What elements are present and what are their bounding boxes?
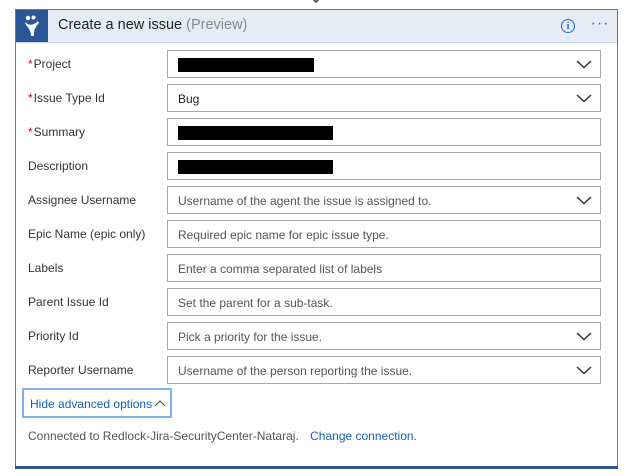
field-label: Priority Id [28, 329, 79, 343]
field-placeholder: Set the parent for a sub-task. [178, 296, 333, 310]
card-header[interactable]: Create a new issue (Preview) i ··· [16, 10, 617, 43]
field-label: *Summary [28, 125, 85, 139]
card-title-text: Create a new issue [58, 17, 183, 33]
field-label-text: Epic Name (epic only) [28, 227, 146, 241]
field-row-labels: Labels Enter a comma separated list of la… [16, 254, 617, 282]
flow-connector-arrow-icon [312, 0, 320, 4]
chevron-down-icon[interactable] [576, 195, 592, 205]
field-label: Epic Name (epic only) [28, 227, 145, 241]
field-label-text: Summary [33, 125, 86, 139]
redacted-value [178, 160, 333, 174]
priority-id-dropdown[interactable]: Pick a priority for the issue. [167, 322, 601, 350]
field-label-text: Priority Id [28, 329, 79, 343]
card-title-preview: (Preview) [186, 17, 248, 33]
card-title: Create a new issue (Preview) [58, 17, 247, 33]
field-label: *Project [28, 57, 71, 71]
chevron-down-icon[interactable] [576, 331, 592, 341]
chevron-down-icon[interactable] [576, 93, 592, 103]
field-placeholder: Required epic name for epic issue type. [178, 228, 389, 242]
parent-issue-id-input[interactable]: Set the parent for a sub-task. [167, 288, 601, 316]
chevron-down-icon[interactable] [576, 365, 592, 375]
hide-advanced-options-label: Hide advanced options [30, 397, 153, 411]
field-placeholder: Username of the agent the issue is assig… [178, 194, 432, 208]
field-label-text: Parent Issue Id [28, 295, 109, 309]
required-marker: * [28, 57, 33, 71]
field-row-summary: *Summary [16, 118, 617, 146]
field-placeholder: Username of the person reporting the iss… [178, 364, 413, 378]
required-marker: * [28, 125, 33, 139]
chevron-up-icon [154, 400, 166, 407]
connection-info: Connected to Redlock-Jira-SecurityCenter… [28, 429, 417, 443]
labels-input[interactable]: Enter a comma separated list of labels [167, 254, 601, 282]
summary-input[interactable] [167, 118, 601, 146]
connection-text: Connected to Redlock-Jira-SecurityCenter… [28, 429, 299, 443]
required-marker: * [28, 91, 33, 105]
redacted-value [178, 126, 333, 140]
assignee-username-dropdown[interactable]: Username of the agent the issue is assig… [167, 186, 601, 214]
field-label-text: Project [33, 57, 72, 71]
change-connection-link[interactable]: Change connection. [310, 429, 417, 443]
field-label: Reporter Username [28, 363, 133, 377]
field-label: Assignee Username [28, 193, 136, 207]
epic-name-epic-only-input[interactable]: Required epic name for epic issue type. [167, 220, 601, 248]
action-card: Create a new issue (Preview) i ··· *Proj… [15, 9, 618, 469]
field-placeholder: Enter a comma separated list of labels [178, 262, 383, 276]
hide-advanced-options-button[interactable]: Hide advanced options [22, 388, 172, 418]
project-dropdown[interactable] [167, 50, 601, 78]
field-label-text: Labels [28, 261, 64, 275]
field-placeholder: Pick a priority for the issue. [178, 330, 323, 344]
field-label-text: Reporter Username [28, 363, 134, 377]
field-row-assignee-username: Assignee Username Username of the agent t… [16, 186, 617, 214]
field-row-epic-name-epic-only: Epic Name (epic only) Required epic name … [16, 220, 617, 248]
field-label: *Issue Type Id [28, 91, 105, 105]
info-icon[interactable]: i [561, 19, 575, 33]
field-label: Parent Issue Id [28, 295, 109, 309]
field-label: Labels [28, 261, 63, 275]
field-value: Bug [178, 92, 200, 106]
field-row-priority-id: Priority Id Pick a priority for the issue… [16, 322, 617, 350]
jira-logo-icon [16, 10, 48, 42]
field-row-description: Description [16, 152, 617, 180]
description-input[interactable] [167, 152, 601, 180]
reporter-username-dropdown[interactable]: Username of the person reporting the iss… [167, 356, 601, 384]
more-options-icon[interactable]: ··· [590, 15, 610, 35]
field-label-text: Description [28, 159, 89, 173]
redacted-value [178, 58, 314, 72]
field-label: Description [28, 159, 88, 173]
issue-type-id-dropdown[interactable]: Bug [167, 84, 601, 112]
field-row-project: *Project [16, 50, 617, 78]
field-row-issue-type-id: *Issue Type Id Bug [16, 84, 617, 112]
field-row-reporter-username: Reporter Username Username of the person … [16, 356, 617, 384]
field-label-text: Issue Type Id [33, 91, 105, 105]
chevron-down-icon[interactable] [576, 59, 592, 69]
field-row-parent-issue-id: Parent Issue Id Set the parent for a sub-… [16, 288, 617, 316]
field-label-text: Assignee Username [28, 193, 137, 207]
